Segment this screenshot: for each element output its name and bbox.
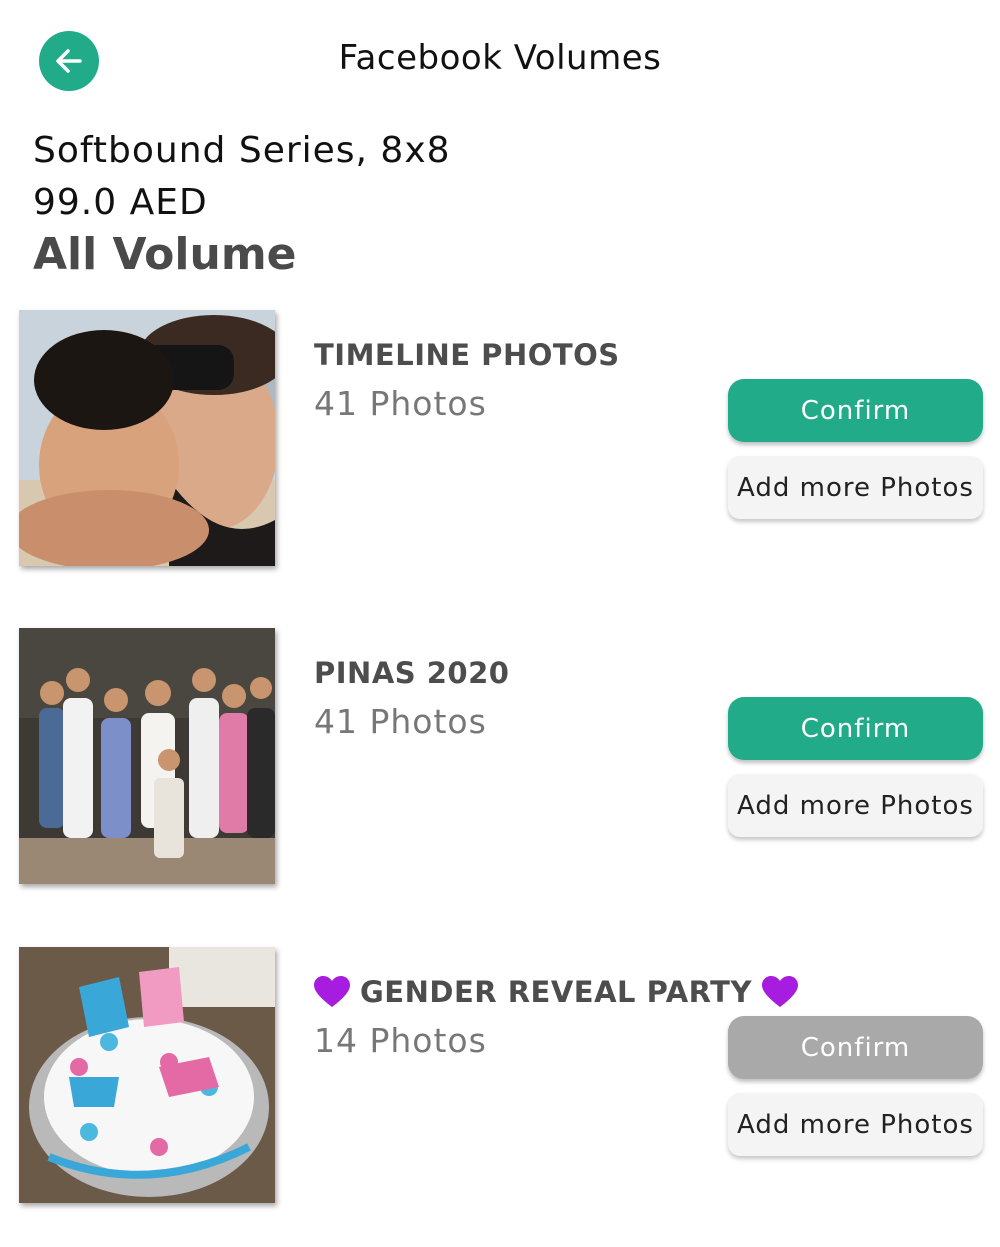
volume-item: PINAS 2020 41 Photos Confirm Add more Ph… [0,628,1000,888]
section-title: All Volume [33,229,297,280]
confirm-button[interactable]: Confirm [728,1016,983,1079]
product-name: Softbound Series, 8x8 [33,130,451,171]
volume-item: GENDER REVEAL PARTY 14 Photos Confirm Ad… [0,947,1000,1207]
volume-title: TIMELINE PHOTOS [314,338,620,372]
volume-title: GENDER REVEAL PARTY [314,975,798,1009]
purple-heart-icon [314,976,350,1007]
volume-photo-count: 41 Photos [314,702,487,741]
cake-photo[interactable] [19,947,275,1203]
volume-title: PINAS 2020 [314,656,510,690]
add-more-photos-button[interactable]: Add more Photos [728,1093,983,1156]
app-header: Facebook Volumes [0,0,1000,120]
volume-photo-count: 14 Photos [314,1021,487,1060]
purple-heart-icon [761,976,798,1007]
selfie-photo[interactable] [19,310,275,566]
confirm-button[interactable]: Confirm [728,697,983,760]
add-more-photos-button[interactable]: Add more Photos [728,456,983,519]
product-price: 99.0 AED [33,182,208,223]
group-photo[interactable] [19,628,275,884]
add-more-photos-button[interactable]: Add more Photos [728,774,983,837]
confirm-button[interactable]: Confirm [728,379,983,442]
page-title: Facebook Volumes [338,38,662,78]
volume-item: TIMELINE PHOTOS 41 Photos Confirm Add mo… [0,310,1000,570]
volume-photo-count: 41 Photos [314,384,487,423]
